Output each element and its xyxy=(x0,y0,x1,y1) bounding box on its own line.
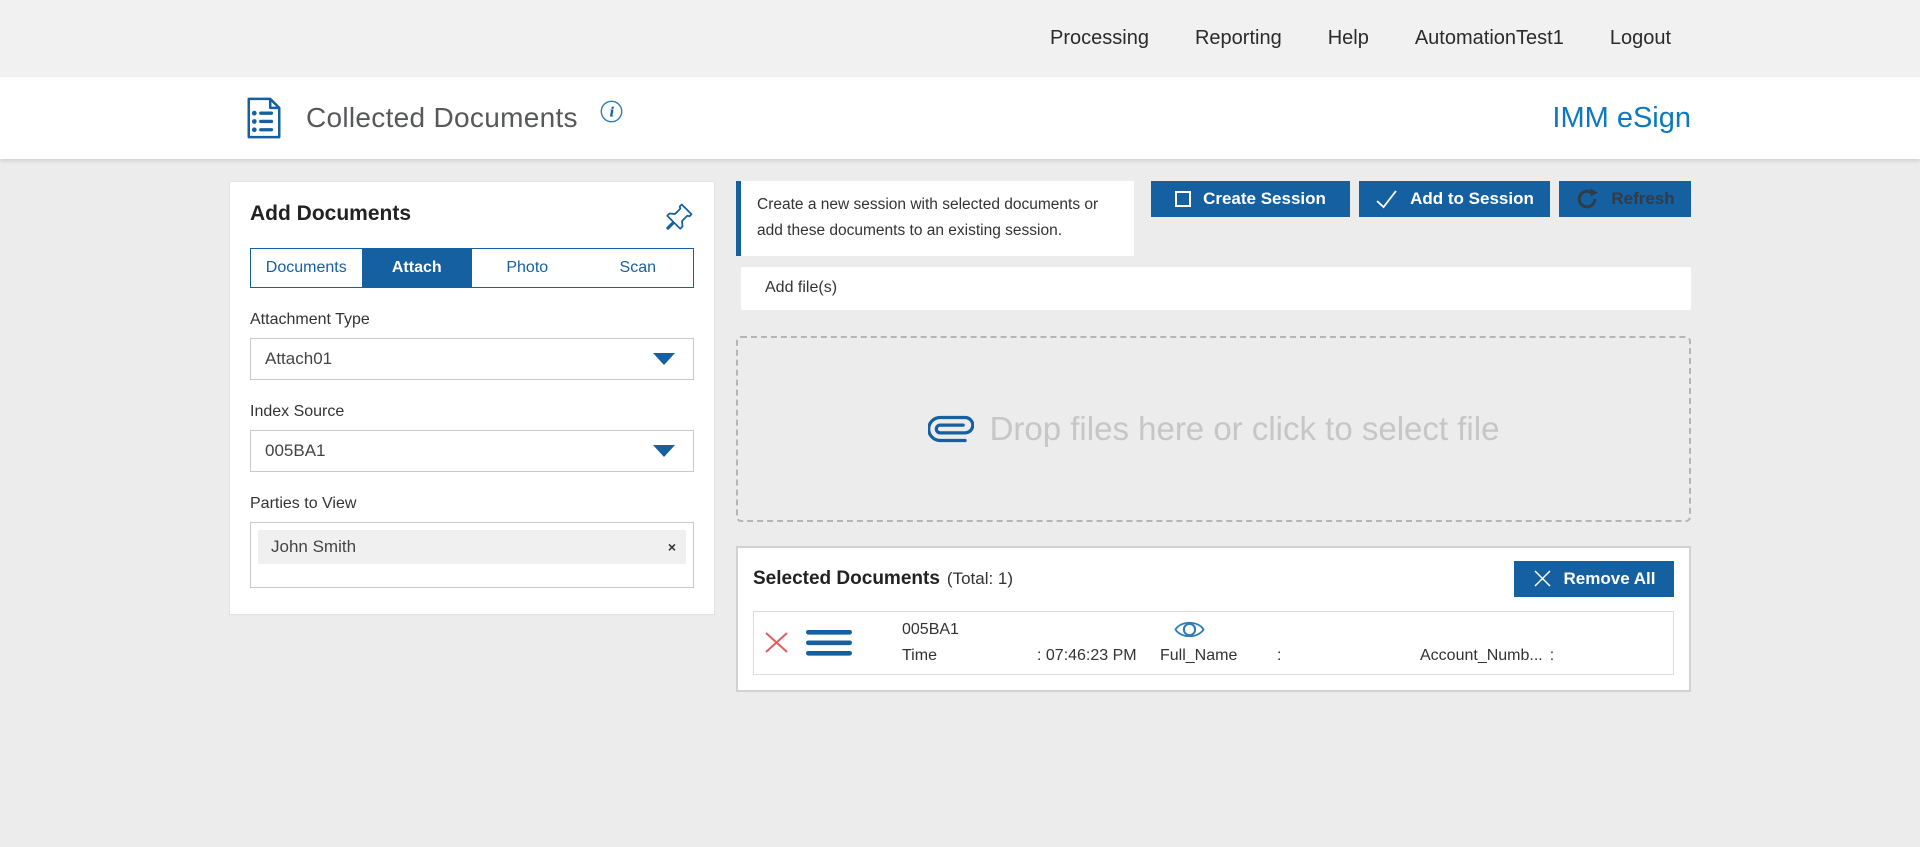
add-to-session-label: Add to Session xyxy=(1410,189,1534,209)
party-chip-name: John Smith xyxy=(271,537,356,557)
nav-item-username[interactable]: AutomationTest1 xyxy=(1415,27,1564,50)
field-value-account-number: : xyxy=(1550,647,1554,665)
view-document-icon[interactable] xyxy=(1174,618,1205,641)
app-header: Collected Documents i IMM eSign xyxy=(0,77,1920,159)
page-title: Collected Documents xyxy=(306,102,578,134)
dropzone-text: Drop files here or click to select file xyxy=(990,410,1500,448)
create-session-label: Create Session xyxy=(1203,189,1326,209)
selected-documents-panel: Selected Documents (Total: 1) Remove All xyxy=(736,546,1691,692)
check-icon xyxy=(1375,189,1398,209)
chip-remove-icon[interactable]: × xyxy=(668,540,676,554)
paperclip-icon xyxy=(928,406,974,452)
nav-item-help[interactable]: Help xyxy=(1328,27,1369,50)
field-label-account-number: Account_Numb... xyxy=(1420,647,1543,665)
file-dropzone[interactable]: Drop files here or click to select file xyxy=(736,336,1691,522)
party-chip: John Smith × xyxy=(258,530,686,564)
parties-to-view-label: Parties to View xyxy=(250,495,694,513)
brand-logo: IMM eSign xyxy=(1552,102,1691,135)
attachment-type-select[interactable]: Attach01 xyxy=(250,338,694,380)
nav-item-processing[interactable]: Processing xyxy=(1050,27,1149,50)
add-documents-title: Add Documents xyxy=(250,202,411,226)
create-session-button[interactable]: Create Session xyxy=(1151,181,1350,217)
drag-handle-icon[interactable] xyxy=(806,629,852,657)
field-value-fullname: : xyxy=(1277,647,1281,665)
add-documents-panel: Add Documents Documents Attach Photo Sca… xyxy=(229,181,715,615)
session-info-message: Create a new session with selected docum… xyxy=(736,181,1134,256)
parties-to-view-box[interactable]: John Smith × xyxy=(250,522,694,588)
selected-documents-title: Selected Documents xyxy=(753,568,940,590)
delete-document-icon[interactable] xyxy=(763,629,790,656)
refresh-icon xyxy=(1575,187,1599,211)
chevron-down-icon xyxy=(653,445,675,457)
remove-all-label: Remove All xyxy=(1564,569,1656,589)
field-label-fullname: Full_Name xyxy=(1160,647,1277,665)
nav-item-reporting[interactable]: Reporting xyxy=(1195,27,1282,50)
remove-all-button[interactable]: Remove All xyxy=(1514,561,1674,597)
info-icon[interactable]: i xyxy=(600,100,623,123)
svg-text:i: i xyxy=(609,105,614,120)
refresh-label: Refresh xyxy=(1611,189,1674,209)
index-source-label: Index Source xyxy=(250,403,694,421)
add-documents-tabbar: Documents Attach Photo Scan xyxy=(250,248,694,288)
add-files-bar[interactable]: Add file(s) xyxy=(736,267,1691,310)
index-source-select[interactable]: 005BA1 xyxy=(250,430,694,472)
tab-photo[interactable]: Photo xyxy=(472,249,583,287)
x-icon xyxy=(1533,569,1552,588)
pin-icon[interactable] xyxy=(664,202,694,232)
field-label-time: Time xyxy=(902,647,1037,665)
refresh-button[interactable]: Refresh xyxy=(1559,181,1691,217)
attachment-type-value: Attach01 xyxy=(265,349,332,369)
nav-item-logout[interactable]: Logout xyxy=(1610,27,1671,50)
tab-attach[interactable]: Attach xyxy=(362,249,473,287)
square-icon xyxy=(1175,191,1191,207)
tab-scan[interactable]: Scan xyxy=(583,249,694,287)
index-source-value: 005BA1 xyxy=(265,441,326,461)
document-row: 005BA1 Time : 07:46:23 PM xyxy=(753,611,1674,675)
chevron-down-icon xyxy=(653,353,675,365)
add-files-label: Add file(s) xyxy=(765,279,837,297)
selected-documents-total: (Total: 1) xyxy=(947,569,1013,589)
field-value-time: : 07:46:23 PM xyxy=(1037,647,1137,665)
collected-documents-icon xyxy=(246,97,282,139)
attachment-type-label: Attachment Type xyxy=(250,311,694,329)
document-name: 005BA1 xyxy=(902,621,959,639)
top-nav-bar: Processing Reporting Help AutomationTest… xyxy=(0,0,1920,77)
tab-documents[interactable]: Documents xyxy=(251,249,362,287)
add-to-session-button[interactable]: Add to Session xyxy=(1359,181,1550,217)
